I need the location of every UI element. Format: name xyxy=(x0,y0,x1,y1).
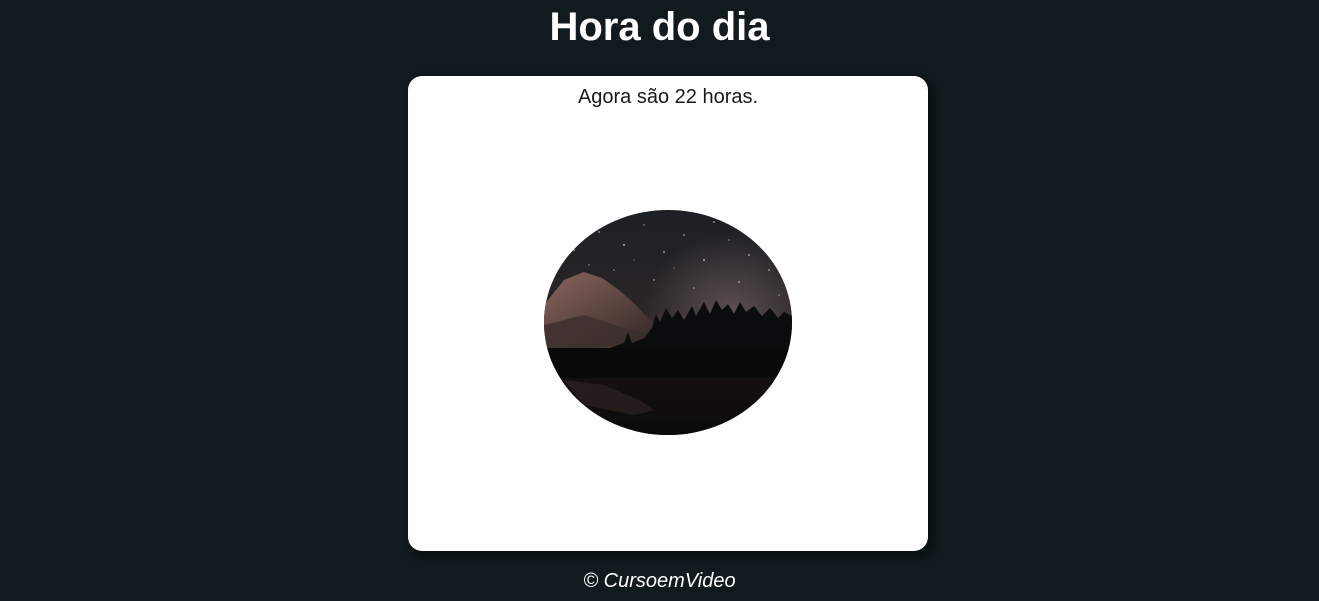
footer-copyright: © CursoemVideo xyxy=(583,570,736,592)
page-title: Hora do dia xyxy=(549,5,770,49)
content-card: Agora são 22 horas. xyxy=(408,76,928,551)
night-landscape-photo xyxy=(544,210,792,435)
time-message: Agora são 22 horas. xyxy=(577,86,759,108)
